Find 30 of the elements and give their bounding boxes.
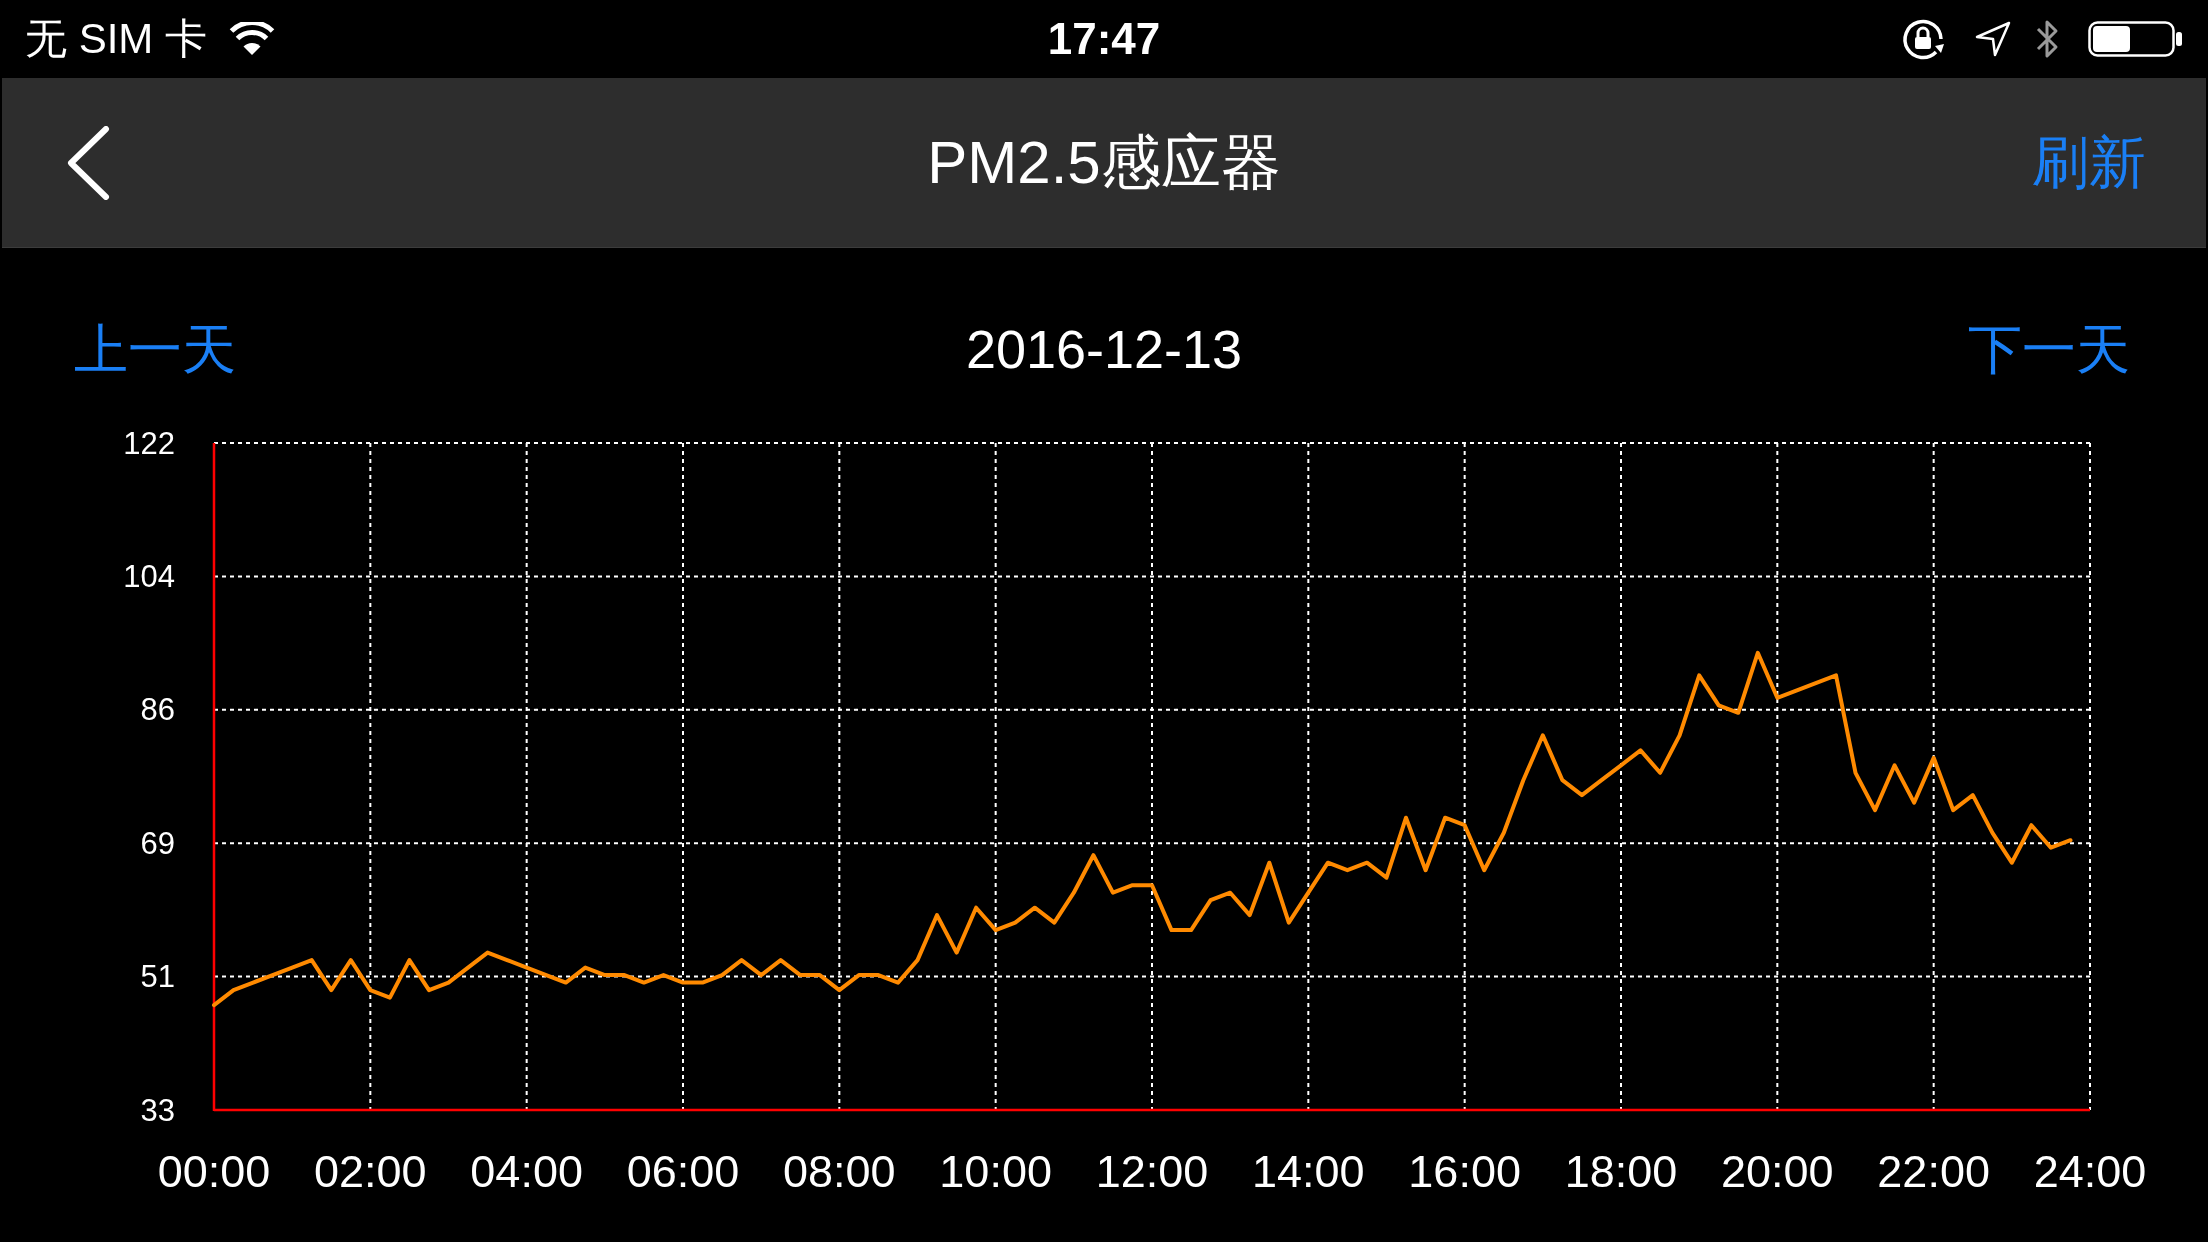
x-axis-label: 22:00: [1877, 1145, 1990, 1197]
x-axis-label: 02:00: [314, 1145, 427, 1197]
y-axis-label: 69: [140, 825, 175, 861]
carrier-label: 无 SIM 卡: [25, 18, 207, 60]
date-label: 2016-12-13: [965, 317, 1243, 381]
x-axis-label: 10:00: [939, 1145, 1052, 1197]
next-day-button[interactable]: 下一天: [1968, 316, 2130, 382]
page-title: PM2.5感应器: [927, 127, 1281, 198]
x-axis-label: 04:00: [470, 1145, 583, 1197]
x-axis-label: 00:00: [157, 1145, 271, 1197]
x-axis-label: 24:00: [2033, 1145, 2147, 1197]
location-arrow-icon: [1974, 20, 2012, 58]
y-axis-label: 104: [123, 558, 175, 594]
battery-icon: [2088, 21, 2183, 57]
x-axis-label: 14:00: [1252, 1145, 1365, 1197]
y-axis-label: 86: [140, 692, 175, 728]
y-axis-label: 33: [140, 1092, 175, 1128]
x-axis-label: 12:00: [1095, 1145, 1209, 1197]
y-axis-label: 122: [123, 425, 175, 461]
refresh-button[interactable]: 刷新: [2032, 128, 2146, 197]
x-axis-label: 16:00: [1408, 1145, 1521, 1197]
x-axis-label: 18:00: [1564, 1145, 1678, 1197]
status-time: 17:47: [1047, 17, 1161, 61]
x-axis-label: 08:00: [783, 1145, 896, 1197]
x-axis-label: 06:00: [626, 1145, 740, 1197]
x-axis-label: 20:00: [1721, 1145, 1834, 1197]
chevron-left-icon: [66, 125, 110, 200]
wifi-icon: [229, 22, 275, 56]
y-axis-label: 51: [140, 959, 175, 995]
previous-day-button[interactable]: 上一天: [74, 316, 236, 382]
